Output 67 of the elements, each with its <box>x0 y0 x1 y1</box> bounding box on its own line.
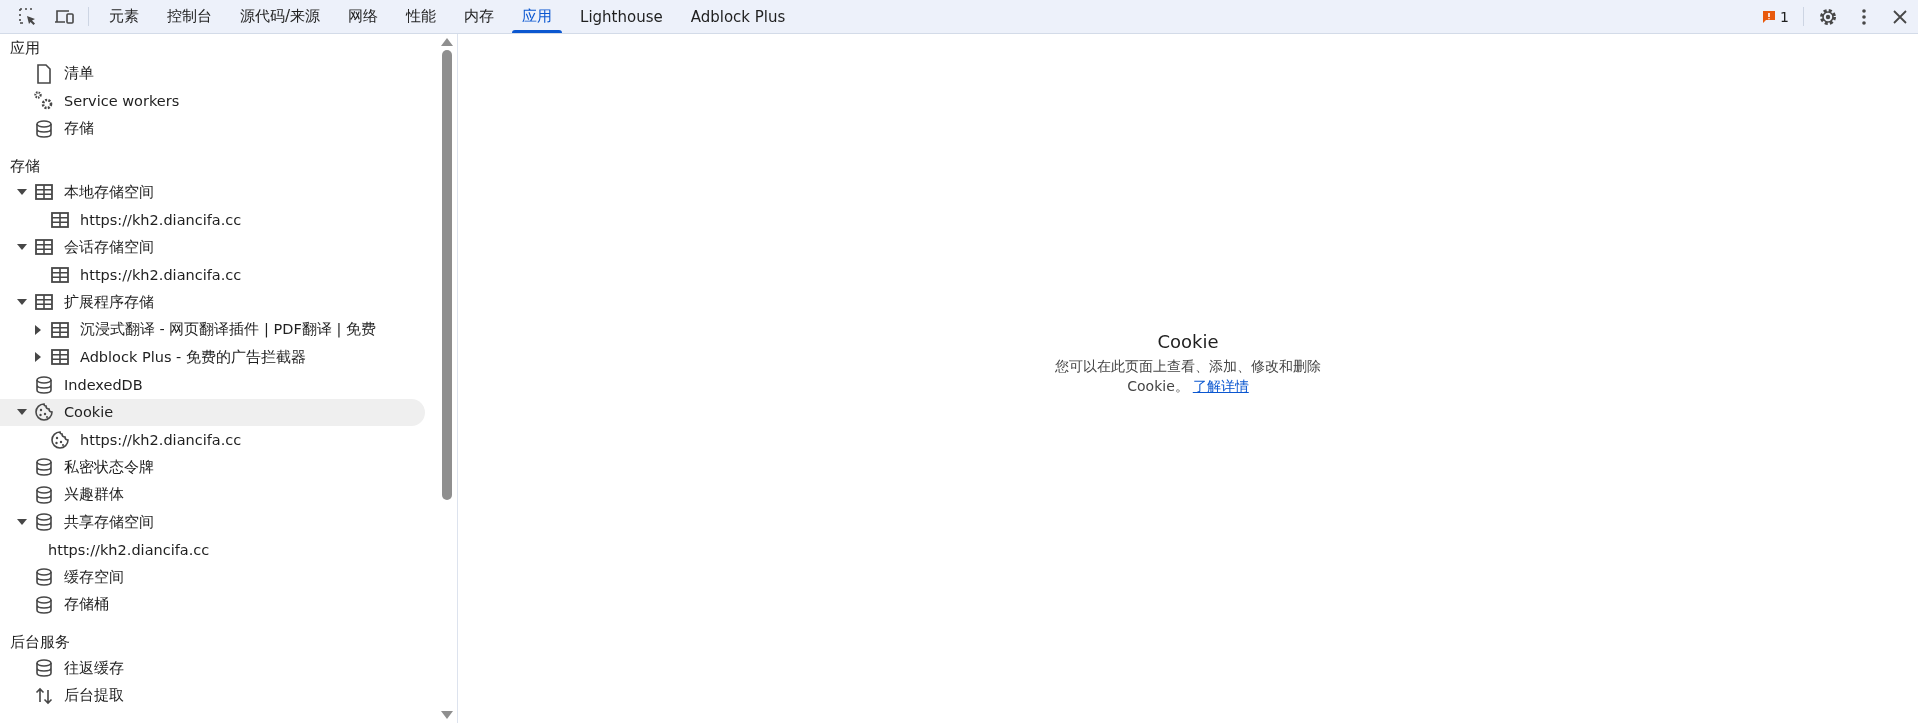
scroll-down-icon[interactable] <box>441 711 453 719</box>
tree-item[interactable]: 沉浸式翻译 - 网页翻译插件 | PDF翻译 | 免费 <box>0 316 425 344</box>
tree-item[interactable]: 兴趣群体 <box>0 481 425 509</box>
issue-flag-icon <box>1762 9 1777 24</box>
table-icon <box>35 184 53 201</box>
cookie-icon <box>50 429 70 450</box>
section-heading: 后台服务 <box>9 633 71 652</box>
section-heading: 存储 <box>9 157 41 176</box>
empty-state-description: 您可以在此页面上查看、添加、修改和删除 Cookie。 了解详情 <box>1054 357 1322 396</box>
database-icon <box>35 568 53 587</box>
up-down-arrows-icon <box>34 685 54 706</box>
table-icon <box>51 211 69 228</box>
tree-item[interactable]: 后台提取 <box>0 682 425 710</box>
tree-item[interactable]: 共享存储空间 <box>0 508 425 536</box>
table-icon <box>35 294 53 311</box>
panel-tab[interactable]: 网络 <box>334 0 393 33</box>
tree-item[interactable]: 存储桶 <box>0 591 425 619</box>
collapsed-triangle-icon[interactable] <box>35 324 41 335</box>
expanded-triangle-icon[interactable] <box>17 519 27 526</box>
scroll-up-icon[interactable] <box>441 38 453 46</box>
table-icon <box>51 321 69 338</box>
expanded-triangle-icon[interactable] <box>17 244 27 251</box>
database-icon <box>35 595 53 614</box>
database-icon <box>35 375 53 394</box>
tree-item[interactable]: 扩展程序存储 <box>0 288 425 316</box>
empty-state-title: Cookie <box>1157 331 1219 352</box>
panel-tab[interactable]: 性能 <box>392 0 451 33</box>
panel-tab[interactable]: 控制台 <box>153 0 226 33</box>
database-icon <box>35 513 53 532</box>
document-icon <box>36 63 52 84</box>
cookie-icon <box>34 402 54 423</box>
tree-item[interactable]: 本地存储空间 <box>0 178 425 206</box>
panel-tab[interactable]: Adblock Plus <box>676 0 800 33</box>
tree-item[interactable]: https://kh2.diancifa.cc <box>0 206 425 234</box>
table-icon <box>51 349 69 366</box>
tree-item[interactable]: IndexedDB <box>0 371 425 399</box>
database-icon <box>35 119 53 138</box>
section-heading: 应用 <box>9 38 41 58</box>
tree-item[interactable]: Adblock Plus - 免费的广告拦截器 <box>0 343 425 371</box>
tree-item[interactable]: https://kh2.diancifa.cc <box>0 426 425 454</box>
tree-item[interactable]: 存储 <box>0 115 425 143</box>
tree-item[interactable]: 清单 <box>0 60 425 88</box>
collapsed-triangle-icon[interactable] <box>35 352 41 363</box>
table-icon <box>51 266 69 283</box>
tree-item[interactable]: 私密状态令牌 <box>0 453 425 481</box>
database-icon <box>35 458 53 477</box>
tree-item[interactable]: Cookie <box>0 398 425 426</box>
panel-tab[interactable]: 应用 <box>508 0 567 33</box>
expanded-triangle-icon[interactable] <box>17 299 27 306</box>
database-icon <box>35 485 53 504</box>
issues-button[interactable]: 1 <box>1754 0 1797 33</box>
expanded-triangle-icon[interactable] <box>17 409 27 416</box>
scrollbar-thumb[interactable] <box>442 50 452 500</box>
panel-tab[interactable]: 内存 <box>450 0 509 33</box>
tree-item[interactable]: https://kh2.diancifa.cc <box>0 536 425 564</box>
tree-item[interactable]: Service workers <box>0 87 425 115</box>
expanded-triangle-icon[interactable] <box>17 189 27 196</box>
table-icon <box>35 239 53 256</box>
database-icon <box>35 659 53 678</box>
tree-item[interactable]: 会话存储空间 <box>0 233 425 261</box>
learn-more-link[interactable]: 了解详情 <box>1192 378 1249 394</box>
tree-item[interactable]: 往返缓存 <box>0 654 425 682</box>
panel-tab[interactable]: 元素 <box>95 0 153 33</box>
panel-tab[interactable]: Lighthouse <box>566 0 677 33</box>
panel-tab[interactable]: 源代码/来源 <box>226 0 335 33</box>
tree-item[interactable]: https://kh2.diancifa.cc <box>0 261 425 289</box>
tree-item[interactable]: 缓存空间 <box>0 563 425 591</box>
